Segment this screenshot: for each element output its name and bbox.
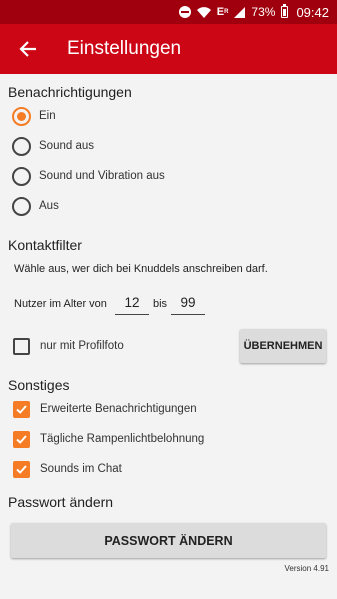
misc-section-title: Sonstiges	[8, 377, 70, 393]
contact-filter-section-title: Kontaktfilter	[8, 237, 82, 253]
checkbox-label: Erweiterte Benachrichtigungen	[40, 403, 197, 415]
page-title: Einstellungen	[67, 38, 182, 59]
radio-notifications-off[interactable]: Aus	[12, 194, 59, 218]
signal-icon: ER	[216, 6, 229, 18]
checkbox-label: Sounds im Chat	[40, 463, 122, 475]
radio-unselected-icon	[12, 196, 31, 216]
checkbox-checked-icon	[13, 460, 30, 478]
apply-button[interactable]: ÜBERNEHMEN	[240, 329, 326, 363]
back-button[interactable]	[0, 24, 56, 74]
checkbox-daily-spotlight-reward[interactable]: Tägliche Rampenlichtbelohnung	[13, 429, 204, 449]
change-password-button[interactable]: PASSWORT ÄNDERN	[11, 523, 326, 558]
app-version: Version 4.91	[284, 564, 329, 573]
password-section-title: Passwort ändern	[8, 494, 114, 510]
radio-selected-icon	[12, 106, 31, 126]
checkbox-label: nur mit Profilfoto	[40, 340, 124, 352]
notifications-section-title: Benachrichtigungen	[8, 84, 132, 100]
radio-sound-vibration-off[interactable]: Sound und Vibration aus	[12, 164, 165, 188]
battery-icon	[281, 4, 289, 18]
radio-unselected-icon	[12, 166, 31, 186]
age-between-label: bis	[153, 298, 168, 310]
app-bar: Einstellungen	[0, 24, 337, 74]
battery-percent: 73%	[251, 5, 276, 19]
checkbox-checked-icon	[13, 430, 30, 448]
age-to-input[interactable]: 99	[171, 293, 205, 315]
wifi-icon	[196, 6, 211, 18]
radio-notifications-on[interactable]: Ein	[12, 104, 56, 128]
clock: 09:42	[296, 4, 329, 20]
checkbox-unchecked-icon	[13, 337, 30, 355]
arrow-back-icon	[19, 41, 36, 57]
radio-label: Sound aus	[39, 140, 94, 152]
checkbox-chat-sounds[interactable]: Sounds im Chat	[13, 459, 122, 479]
checkbox-extended-notifications[interactable]: Erweiterte Benachrichtigungen	[13, 399, 197, 419]
signal-bars-icon	[234, 6, 246, 18]
age-from-input[interactable]: 12	[115, 293, 149, 315]
checkbox-checked-icon	[13, 400, 30, 418]
contact-filter-description: Wähle aus, wer dich bei Knuddels anschre…	[14, 263, 268, 275]
radio-label: Ein	[39, 110, 56, 122]
radio-sound-off[interactable]: Sound aus	[12, 134, 94, 158]
do-not-disturb-icon	[178, 6, 191, 18]
profile-photo-checkbox[interactable]: nur mit Profilfoto	[13, 336, 124, 356]
radio-label: Sound und Vibration aus	[39, 170, 165, 182]
checkbox-label: Tägliche Rampenlichtbelohnung	[40, 433, 205, 445]
radio-label: Aus	[39, 200, 59, 212]
age-range-label: Nutzer im Alter von	[14, 298, 107, 310]
radio-unselected-icon	[12, 136, 31, 156]
status-bar: ER 73% 09:42	[0, 0, 337, 24]
